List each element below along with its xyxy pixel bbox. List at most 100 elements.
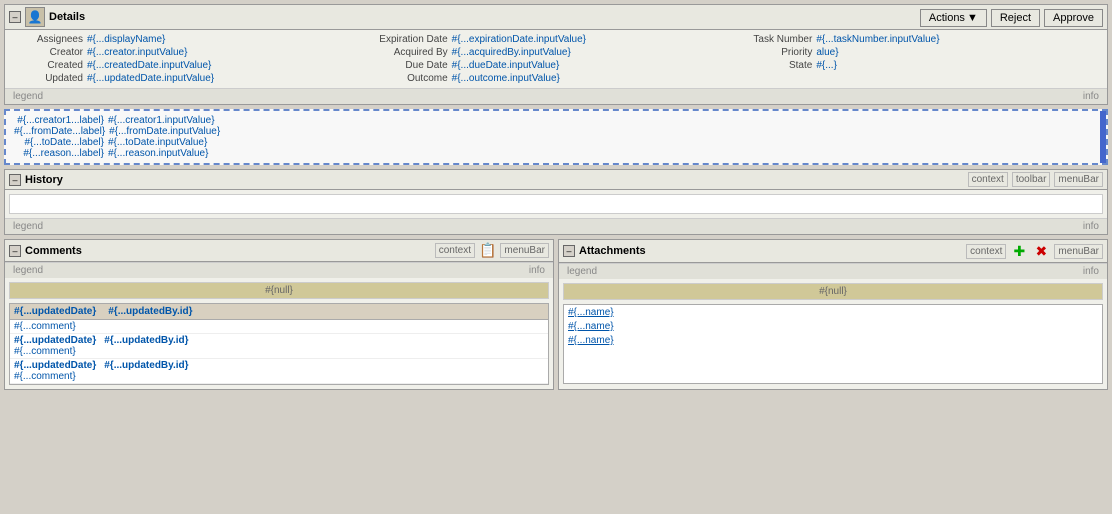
history-collapse-btn[interactable]: –: [9, 174, 21, 186]
details-col3: Task Number #{...taskNumber.inputValue} …: [742, 34, 1099, 84]
comments-table-header: #{...updatedDate} #{...updatedBy.id}: [10, 304, 548, 320]
middle-value-creator1: #{...creator1.inputValue}: [108, 115, 215, 126]
dropdown-arrow-icon: ▼: [967, 12, 978, 24]
value-acquired: #{...acquiredBy.inputValue}: [452, 47, 571, 58]
middle-value-fromdate: #{...fromDate.inputValue}: [109, 126, 220, 137]
comments-table: #{...updatedDate} #{...updatedBy.id} #{.…: [9, 303, 549, 385]
attach-row-1: #{...name}: [564, 305, 1102, 319]
middle-label-fromdate: #{...fromDate...label}: [14, 126, 105, 137]
label-updated: Updated: [13, 73, 83, 84]
label-state: State: [742, 60, 812, 71]
attachments-add-button[interactable]: ✚: [1010, 242, 1028, 260]
attachments-title: Attachments: [579, 245, 646, 257]
comments-footer-top: legend info: [5, 262, 553, 278]
comment-by-2: #{...updatedBy.id}: [104, 335, 188, 346]
comments-header: – Comments context 📋 menuBar: [5, 240, 553, 262]
history-header: – History context toolbar menuBar: [5, 170, 1107, 190]
comments-menu-label: menuBar: [500, 243, 549, 258]
details-content: Assignees #{...displayName} Creator #{..…: [5, 30, 1107, 88]
middle-label-creator1: #{...creator1...label}: [14, 115, 104, 126]
attachments-null-bar: #{null}: [563, 283, 1103, 300]
details-footer: legend info: [5, 88, 1107, 104]
bottom-row: – Comments context 📋 menuBar legend info…: [4, 239, 1108, 390]
comment-by-3: #{...updatedBy.id}: [104, 360, 188, 371]
middle-field-reason: #{...reason...label} #{...reason.inputVa…: [14, 148, 1098, 159]
main-container: – 👤 Details toolbar Assignees #{...displ…: [0, 0, 1112, 394]
attachments-toolbar: context ✚ ✖ menuBar: [966, 242, 1103, 260]
attach-link-1[interactable]: #{...name}: [568, 307, 614, 318]
attachments-table: #{...name} #{...name} #{...name}: [563, 304, 1103, 384]
value-assignees: #{...displayName}: [87, 34, 165, 45]
attach-row-3: #{...name}: [564, 333, 1102, 347]
middle-label-reason: #{...reason...label}: [14, 148, 104, 159]
value-tasknumber: #{...taskNumber.inputValue}: [816, 34, 939, 45]
comment-date-3: #{...updatedDate}: [14, 360, 96, 371]
field-row-priority: Priority alue}: [742, 47, 1099, 58]
details-col1: Assignees #{...displayName} Creator #{..…: [13, 34, 370, 84]
comment-row-3: #{...updatedDate} #{...updatedBy.id} #{.…: [10, 359, 548, 384]
reject-button[interactable]: Reject: [991, 9, 1040, 27]
attachments-context-label: context: [966, 244, 1006, 259]
attach-row-2: #{...name}: [564, 319, 1102, 333]
comments-toolbar: context 📋 menuBar: [435, 242, 549, 259]
value-state: #{...}: [816, 60, 837, 71]
value-outcome: #{...outcome.inputValue}: [452, 73, 560, 84]
comments-context-label: context: [435, 243, 475, 258]
field-row-updated: Updated #{...updatedDate.inputValue}: [13, 73, 370, 84]
label-duedate: Due Date: [378, 60, 448, 71]
middle-field-fromdate: #{...fromDate...label} #{...fromDate.inp…: [14, 126, 1098, 137]
middle-field-todate: #{...toDate...label} #{...toDate.inputVa…: [14, 137, 1098, 148]
details-panel: – 👤 Details toolbar Assignees #{...displ…: [4, 4, 1108, 105]
details-title: Details: [49, 11, 85, 23]
history-panel: – History context toolbar menuBar legend…: [4, 169, 1108, 235]
approve-button[interactable]: Approve: [1044, 9, 1103, 27]
value-priority: alue}: [816, 47, 838, 58]
value-creator: #{...creator.inputValue}: [87, 47, 187, 58]
value-updated: #{...updatedDate.inputValue}: [87, 73, 214, 84]
field-row-expiration: Expiration Date #{...expirationDate.inpu…: [378, 34, 735, 45]
comment-row-3-header: #{...updatedDate} #{...updatedBy.id}: [14, 360, 544, 371]
history-title: History: [25, 174, 63, 186]
history-context-label: context: [968, 172, 1008, 187]
middle-label-todate: #{...toDate...label}: [14, 137, 104, 148]
history-footer: legend info: [5, 218, 1107, 234]
comment-text-1: #{...comment}: [14, 321, 544, 332]
field-row-state: State #{...}: [742, 60, 1099, 71]
attachments-menu-label: menuBar: [1054, 244, 1103, 259]
attachments-delete-button[interactable]: ✖: [1032, 242, 1050, 260]
history-menu-label: menuBar: [1054, 172, 1103, 187]
blue-bar: [1100, 111, 1106, 163]
label-creator: Creator: [13, 47, 83, 58]
field-row-creator: Creator #{...creator.inputValue}: [13, 47, 370, 58]
label-outcome: Outcome: [378, 73, 448, 84]
comment-row-2: #{...updatedDate} #{...updatedBy.id} #{.…: [10, 334, 548, 359]
history-footer-info: info: [1083, 221, 1099, 232]
comments-add-icon[interactable]: 📋: [479, 242, 496, 259]
actions-button[interactable]: Actions ▼: [920, 9, 987, 27]
history-toolbar: context toolbar menuBar: [968, 172, 1103, 187]
label-tasknumber: Task Number: [742, 34, 812, 45]
field-row-assignees: Assignees #{...displayName}: [13, 34, 370, 45]
history-footer-legend: legend: [13, 221, 43, 232]
comments-null-bar: #{null}: [9, 282, 549, 299]
details-icon: 👤: [25, 7, 45, 27]
middle-dashed-panel: #{...creator1...label} #{...creator1.inp…: [4, 109, 1108, 165]
label-assignees: Assignees: [13, 34, 83, 45]
attachments-header: – Attachments context ✚ ✖ menuBar: [559, 240, 1107, 263]
attachments-collapse-btn[interactable]: –: [563, 245, 575, 257]
comment-row-1: #{...comment}: [10, 320, 548, 334]
label-expiration: Expiration Date: [378, 34, 448, 45]
details-collapse-btn[interactable]: –: [9, 11, 21, 23]
history-toolbar-label: toolbar: [1012, 172, 1051, 187]
right-actions: Actions ▼ Reject Approve: [920, 9, 1103, 27]
comments-collapse-btn[interactable]: –: [9, 245, 21, 257]
comment-text-2: #{...comment}: [14, 346, 544, 357]
attach-link-3[interactable]: #{...name}: [568, 335, 614, 346]
field-row-duedate: Due Date #{...dueDate.inputValue}: [378, 60, 735, 71]
attachments-panel: – Attachments context ✚ ✖ menuBar legend…: [558, 239, 1108, 390]
attachments-footer-legend: legend: [567, 266, 597, 277]
details-footer-info: info: [1083, 91, 1099, 102]
comments-col-date: #{...updatedDate}: [14, 306, 96, 317]
label-priority: Priority: [742, 47, 812, 58]
attach-link-2[interactable]: #{...name}: [568, 321, 614, 332]
